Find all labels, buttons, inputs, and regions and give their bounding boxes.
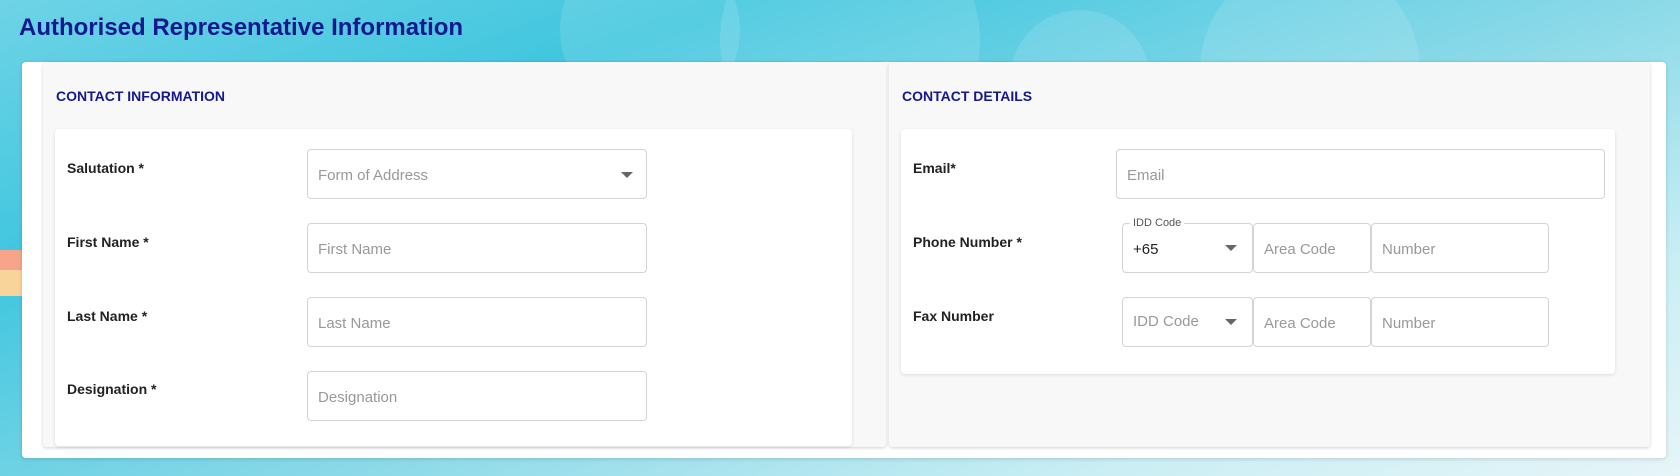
fax-area-code-placeholder: Area Code: [1264, 315, 1336, 332]
chevron-down-icon: [1225, 245, 1237, 251]
designation-placeholder: Designation: [318, 389, 398, 406]
phone-area-code-input[interactable]: Area Code: [1253, 223, 1371, 273]
email-label: Email*: [913, 160, 956, 176]
email-placeholder: Email: [1127, 167, 1165, 184]
contact-information-panel: CONTACT INFORMATION Salutation * Form of…: [43, 62, 886, 447]
salutation-label: Salutation *: [67, 160, 145, 176]
first-name-input[interactable]: First Name: [307, 223, 647, 273]
fax-idd-placeholder: IDD Code: [1133, 313, 1199, 330]
first-name-placeholder: First Name: [318, 241, 392, 258]
phone-number-placeholder: Number: [1382, 241, 1436, 258]
page-title: Authorised Representative Information: [19, 14, 464, 41]
fax-number-input[interactable]: Number: [1371, 297, 1549, 347]
phone-number-input[interactable]: Number: [1371, 223, 1549, 273]
phone-number-label: Phone Number *: [913, 234, 1022, 250]
last-name-label: Last Name *: [67, 308, 148, 324]
phone-idd-legend: IDD Code: [1130, 218, 1185, 229]
fax-number-placeholder: Number: [1382, 315, 1436, 332]
main-card: CONTACT INFORMATION Salutation * Form of…: [22, 62, 1666, 458]
background-decoration: [0, 270, 22, 296]
contact-details-panel: CONTACT DETAILS Email* Email Phone Numbe…: [889, 62, 1650, 447]
phone-area-code-placeholder: Area Code: [1264, 241, 1336, 258]
designation-label: Designation *: [67, 381, 157, 397]
salutation-select[interactable]: Form of Address: [307, 149, 647, 199]
fax-idd-select[interactable]: IDD Code: [1122, 297, 1253, 347]
section-title-contact-details: CONTACT DETAILS: [902, 88, 1033, 104]
fax-area-code-input[interactable]: Area Code: [1253, 297, 1371, 347]
email-input[interactable]: Email: [1116, 149, 1605, 199]
phone-idd-select[interactable]: IDD Code +65: [1122, 218, 1253, 273]
contact-details-form: Email* Email Phone Number * IDD Code +65…: [901, 129, 1615, 374]
fax-number-label: Fax Number: [913, 308, 994, 324]
section-title-contact-information: CONTACT INFORMATION: [56, 88, 226, 104]
background-decoration: [0, 250, 22, 270]
chevron-down-icon: [621, 172, 633, 178]
last-name-input[interactable]: Last Name: [307, 297, 647, 347]
chevron-down-icon: [1225, 319, 1237, 325]
first-name-label: First Name *: [67, 234, 149, 250]
last-name-placeholder: Last Name: [318, 315, 391, 332]
contact-information-form: Salutation * Form of Address First Name …: [55, 129, 852, 446]
designation-input[interactable]: Designation: [307, 371, 647, 421]
phone-idd-value: +65: [1133, 241, 1159, 258]
salutation-placeholder: Form of Address: [318, 167, 429, 184]
